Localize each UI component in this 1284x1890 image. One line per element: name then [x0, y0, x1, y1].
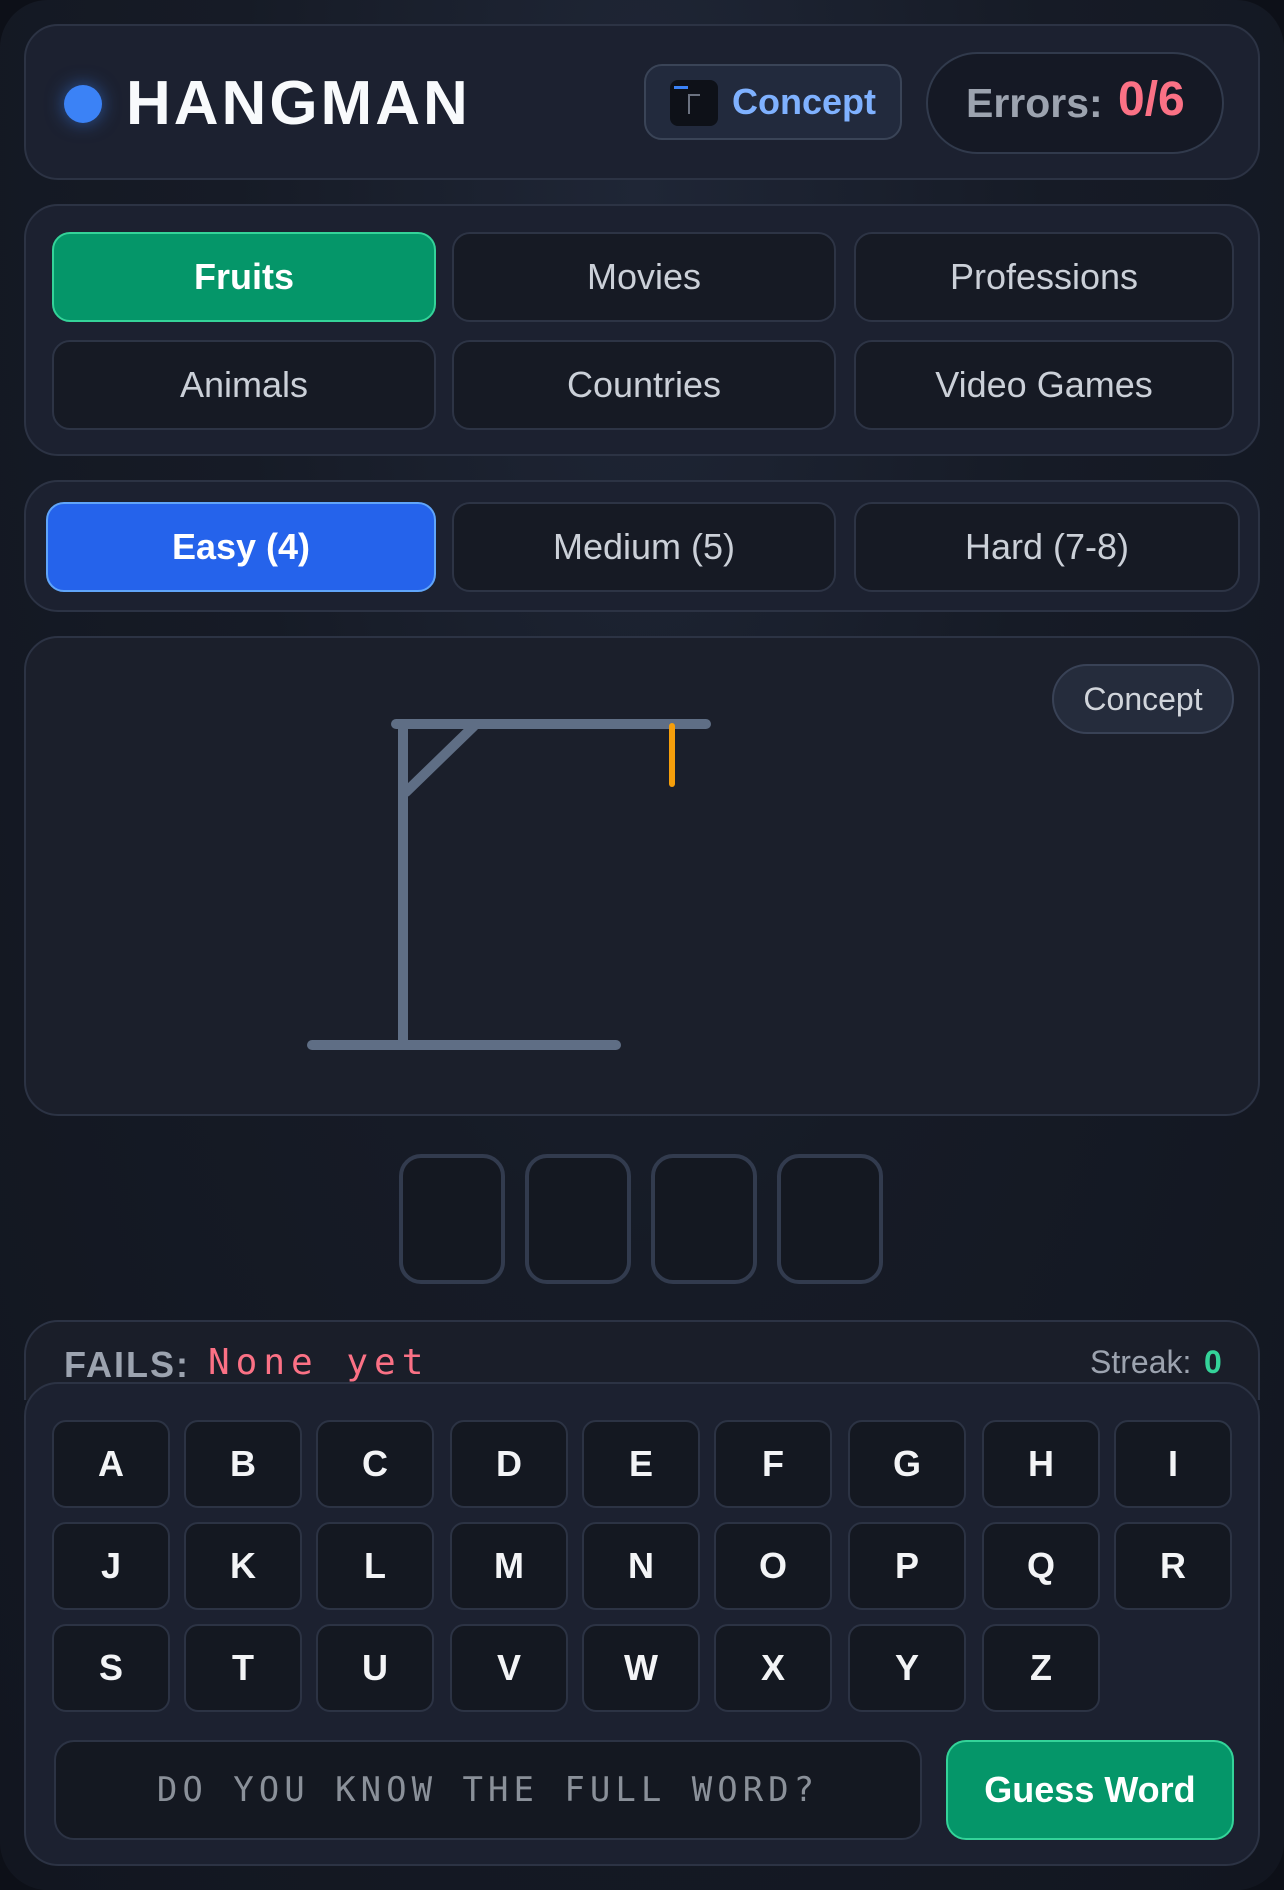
- difficulty-hard-button[interactable]: Hard (7-8): [854, 502, 1240, 592]
- key-b[interactable]: B: [184, 1420, 302, 1508]
- key-w[interactable]: W: [582, 1624, 700, 1712]
- category-professions-button[interactable]: Professions: [854, 232, 1234, 322]
- key-m[interactable]: M: [450, 1522, 568, 1610]
- keyboard-panel: A B C D E F G H I J K L M N O P Q R S T …: [24, 1382, 1260, 1866]
- category-video-games-button[interactable]: Video Games: [854, 340, 1234, 430]
- key-p[interactable]: P: [848, 1522, 966, 1610]
- guess-word-input[interactable]: [54, 1740, 922, 1840]
- letter-slot: [399, 1154, 505, 1284]
- difficulty-selector: Easy (4) Medium (5) Hard (7-8): [24, 480, 1260, 612]
- app-title: HANGMAN: [126, 69, 471, 138]
- fails-label: FAILS:: [64, 1344, 190, 1385]
- key-s[interactable]: S: [52, 1624, 170, 1712]
- category-animals-button[interactable]: Animals: [52, 340, 436, 430]
- key-z[interactable]: Z: [982, 1624, 1100, 1712]
- key-k[interactable]: K: [184, 1522, 302, 1610]
- category-fruits-button[interactable]: Fruits: [52, 232, 436, 322]
- key-q[interactable]: Q: [982, 1522, 1100, 1610]
- errors-counter: Errors: 0/6: [926, 52, 1224, 154]
- key-c[interactable]: C: [316, 1420, 434, 1508]
- letter-slot: [777, 1154, 883, 1284]
- letter-slot: [651, 1154, 757, 1284]
- key-d[interactable]: D: [450, 1420, 568, 1508]
- key-i[interactable]: I: [1114, 1420, 1232, 1508]
- key-u[interactable]: U: [316, 1624, 434, 1712]
- difficulty-easy-button[interactable]: Easy (4): [46, 502, 436, 592]
- guess-word-button[interactable]: Guess Word: [946, 1740, 1234, 1840]
- key-v[interactable]: V: [450, 1624, 568, 1712]
- key-f[interactable]: F: [714, 1420, 832, 1508]
- gallows-area: Concept: [24, 636, 1260, 1116]
- status-dot-icon: [64, 85, 102, 123]
- key-y[interactable]: Y: [848, 1624, 966, 1712]
- key-t[interactable]: T: [184, 1624, 302, 1712]
- key-a[interactable]: A: [52, 1420, 170, 1508]
- concept-badge[interactable]: Concept: [1052, 664, 1234, 734]
- key-e[interactable]: E: [582, 1420, 700, 1508]
- app-screen: HANGMAN Concept Errors: 0/6 Fruits Movie…: [0, 0, 1284, 1890]
- key-x[interactable]: X: [714, 1624, 832, 1712]
- streak-label: Streak:: [1090, 1344, 1192, 1380]
- concept-button[interactable]: Concept: [644, 64, 902, 140]
- key-o[interactable]: O: [714, 1522, 832, 1610]
- category-movies-button[interactable]: Movies: [452, 232, 836, 322]
- errors-value: 0/6: [1118, 73, 1185, 126]
- fails-value: None yet: [208, 1342, 430, 1383]
- concept-thumbnail-icon: [670, 80, 718, 126]
- key-h[interactable]: H: [982, 1420, 1100, 1508]
- category-selector: Fruits Movies Professions Animals Countr…: [24, 204, 1260, 456]
- header-bar: HANGMAN Concept Errors: 0/6: [24, 24, 1260, 180]
- difficulty-medium-button[interactable]: Medium (5): [452, 502, 836, 592]
- key-g[interactable]: G: [848, 1420, 966, 1508]
- errors-label: Errors:: [966, 80, 1103, 126]
- key-r[interactable]: R: [1114, 1522, 1232, 1610]
- key-n[interactable]: N: [582, 1522, 700, 1610]
- streak-value: 0: [1204, 1344, 1222, 1380]
- key-l[interactable]: L: [316, 1522, 434, 1610]
- key-j[interactable]: J: [52, 1522, 170, 1610]
- category-countries-button[interactable]: Countries: [452, 340, 836, 430]
- concept-button-label: Concept: [732, 81, 876, 122]
- letter-slot: [525, 1154, 631, 1284]
- gallows-brace: [401, 721, 479, 797]
